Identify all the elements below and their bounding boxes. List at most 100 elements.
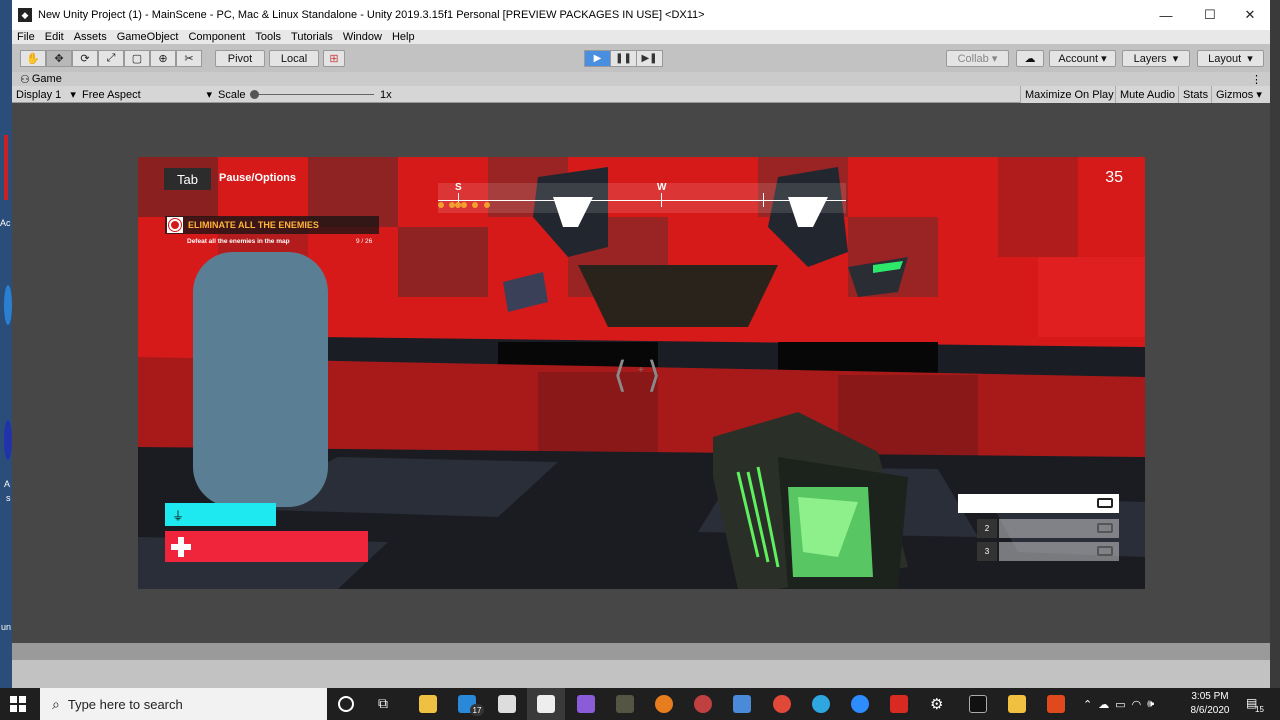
score-counter: 35 xyxy=(1105,169,1123,186)
gizmos-dropdown[interactable]: Gizmos ▾ xyxy=(1211,86,1270,103)
taskbar-clock[interactable]: 3:05 PM 8/6/2020 xyxy=(1180,690,1240,718)
desktop-icon-fragment xyxy=(4,420,12,460)
weapon-slot-bar xyxy=(958,494,1119,513)
rect-tool-icon[interactable]: ▢ xyxy=(124,50,150,67)
desktop-background-left: Ac A s un xyxy=(0,0,12,688)
chrome-icon[interactable] xyxy=(773,695,791,713)
jetpack-bar: ⏚ xyxy=(165,503,276,526)
aspect-label: Free Aspect xyxy=(82,88,141,101)
volume-icon[interactable]: 🕪 xyxy=(1147,698,1154,711)
shotgun-icon xyxy=(1097,523,1113,533)
menu-window[interactable]: Window xyxy=(343,31,382,43)
horizontal-scrollbar[interactable] xyxy=(12,643,1270,660)
app-icon[interactable] xyxy=(616,695,634,713)
local-toggle[interactable]: Local xyxy=(269,50,319,67)
zoom-icon[interactable] xyxy=(851,695,869,713)
compass-bar: S W xyxy=(438,182,846,213)
menu-gameobject[interactable]: GameObject xyxy=(117,31,179,43)
menu-tutorials[interactable]: Tutorials xyxy=(291,31,333,43)
windows-start-icon[interactable] xyxy=(10,696,26,712)
clock-time: 3:05 PM xyxy=(1191,691,1229,702)
terminal-icon[interactable] xyxy=(969,695,987,713)
minimize-button[interactable]: — xyxy=(1146,0,1186,30)
taskbar-search-box[interactable]: ⌕ Type here to search xyxy=(40,688,327,720)
office-icon[interactable] xyxy=(1047,695,1065,713)
display-dropdown[interactable]: Display 1 ▾ xyxy=(16,86,76,103)
game-tab-label: Game xyxy=(31,73,62,85)
folder-icon[interactable] xyxy=(1008,695,1026,713)
custom-tool-icon[interactable]: ✂ xyxy=(176,50,202,67)
layers-dropdown[interactable]: Layers ▾ xyxy=(1122,50,1190,67)
stats-toggle[interactable]: Stats xyxy=(1178,86,1213,103)
game-viewport[interactable]: Tab Pause/Options 35 ELIMINATE ALL THE E… xyxy=(138,157,1145,589)
unity-hub-icon[interactable] xyxy=(498,695,516,713)
layout-dropdown[interactable]: Layout ▾ xyxy=(1197,50,1264,67)
tab-menu-icon[interactable]: ⋮ xyxy=(1251,73,1262,86)
scale-slider-handle[interactable] xyxy=(250,90,259,99)
compass-tick xyxy=(661,193,662,207)
pivot-toggle[interactable]: Pivot xyxy=(215,50,265,67)
title-bar[interactable]: ◆ New Unity Project (1) - MainScene - PC… xyxy=(12,0,1270,30)
gamepad-icon: ⚇ xyxy=(20,73,30,86)
close-button[interactable]: ✕ xyxy=(1230,0,1270,30)
weapon-slot-number: 3 xyxy=(977,542,997,561)
transform-tool-icon[interactable]: ⊕ xyxy=(150,50,176,67)
display-label: Display 1 xyxy=(16,88,62,101)
wifi-icon[interactable]: ◠ xyxy=(1132,698,1142,711)
unity-editor-icon[interactable] xyxy=(537,695,555,713)
search-icon: ⌕ xyxy=(52,695,60,712)
cloud-icon[interactable]: ☁ xyxy=(1016,50,1044,67)
desktop-icon-fragment xyxy=(4,285,12,325)
menu-tools[interactable]: Tools xyxy=(255,31,281,43)
jetpack-icon: ⏚ xyxy=(171,508,184,523)
menu-edit[interactable]: Edit xyxy=(45,31,64,43)
cloud-icon[interactable]: ☁ xyxy=(1098,698,1109,711)
hand-tool-icon[interactable]: ✋ xyxy=(20,50,46,67)
move-tool-icon[interactable]: ✥ xyxy=(46,50,72,67)
step-button[interactable]: ▶❚ xyxy=(636,50,663,67)
settings-gear-icon[interactable]: ⚙ xyxy=(930,695,948,713)
play-button[interactable]: ▶ xyxy=(584,50,611,67)
menu-component[interactable]: Component xyxy=(188,31,245,43)
layers-label: Layers xyxy=(1133,52,1167,65)
desktop-icon-label: s xyxy=(6,493,11,503)
mute-audio-toggle[interactable]: Mute Audio xyxy=(1115,86,1180,103)
task-view-icon[interactable]: ⧉ xyxy=(378,695,396,713)
battery-icon[interactable]: ▭ xyxy=(1115,698,1125,711)
cortana-icon[interactable] xyxy=(338,696,354,712)
aspect-dropdown[interactable]: Free Aspect ▾ xyxy=(82,86,212,103)
visual-studio-icon[interactable] xyxy=(577,695,595,713)
stats-label: Stats xyxy=(1183,88,1209,101)
enemy-marker-dot xyxy=(484,202,490,208)
scale-slider[interactable] xyxy=(250,86,374,103)
file-explorer-icon[interactable] xyxy=(419,695,437,713)
blender-icon[interactable] xyxy=(655,695,673,713)
compass-line xyxy=(438,200,846,201)
launcher-icon xyxy=(1097,546,1113,556)
menu-assets[interactable]: Assets xyxy=(74,31,107,43)
objective-panel: ELIMINATE ALL THE ENEMIES Defeat all the… xyxy=(165,216,379,253)
transform-tools: ✋ ✥ ⟳ ⤢ ▢ ⊕ ✂ xyxy=(20,50,202,67)
calculator-icon[interactable] xyxy=(733,695,751,713)
compass-tick xyxy=(763,193,764,207)
menu-help[interactable]: Help xyxy=(392,31,415,43)
telegram-icon[interactable] xyxy=(812,695,830,713)
maximize-button[interactable]: ☐ xyxy=(1190,0,1230,30)
game-tab[interactable]: ⚇ Game ⋮ xyxy=(12,72,1270,86)
weapon-slot-3: 3 xyxy=(977,542,1119,561)
scale-tool-icon[interactable]: ⤢ xyxy=(98,50,124,67)
pause-button[interactable]: ❚❚ xyxy=(610,50,637,67)
chevron-up-icon[interactable]: ⌃ xyxy=(1083,698,1092,711)
tab-key-hint: Tab xyxy=(164,168,211,190)
menu-file[interactable]: File xyxy=(17,31,35,43)
maximize-on-play-toggle[interactable]: Maximize On Play xyxy=(1020,86,1118,103)
account-dropdown[interactable]: Account ▾ xyxy=(1049,50,1116,67)
snap-icon[interactable]: ⊞ xyxy=(323,50,345,67)
collab-dropdown[interactable]: Collab ▾ xyxy=(946,50,1009,67)
app-icon[interactable] xyxy=(694,695,712,713)
scale-value: 1x xyxy=(380,88,392,101)
acrobat-icon[interactable] xyxy=(890,695,908,713)
rotate-tool-icon[interactable]: ⟳ xyxy=(72,50,98,67)
blaster-icon xyxy=(1097,498,1113,508)
search-placeholder: Type here to search xyxy=(67,696,183,712)
